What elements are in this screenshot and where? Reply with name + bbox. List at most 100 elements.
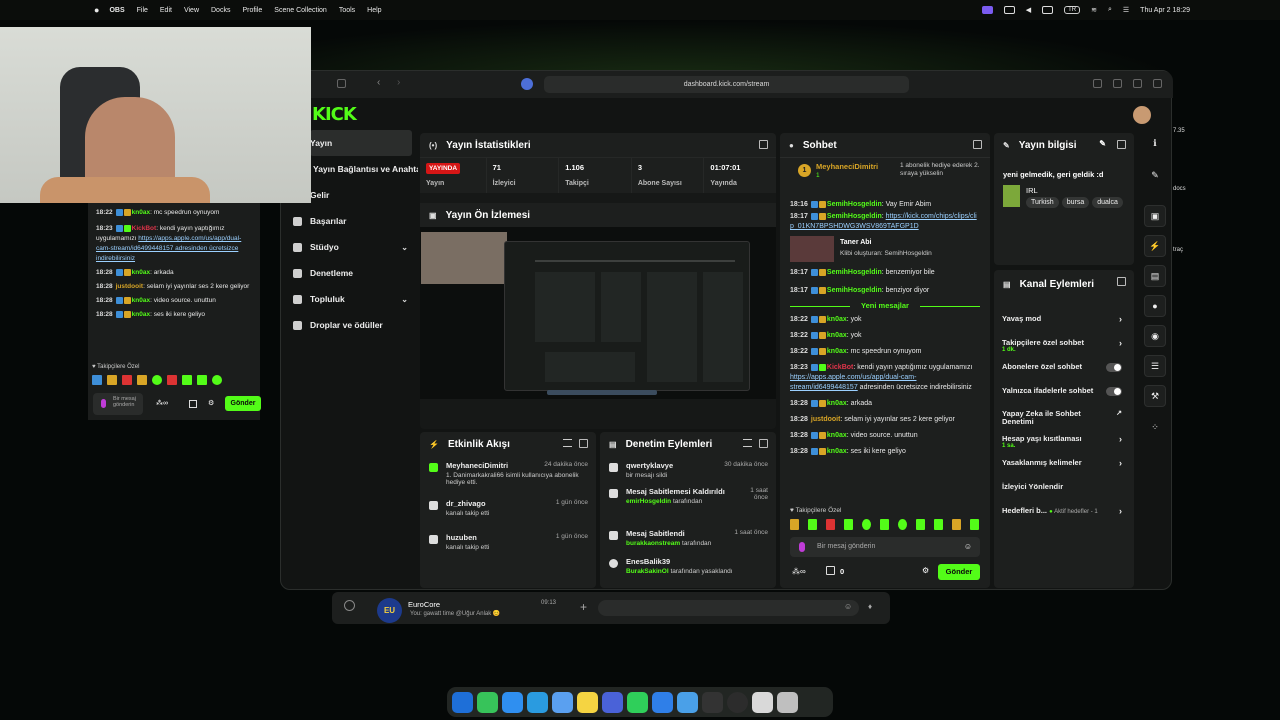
forward-icon[interactable]: ›: [397, 77, 400, 88]
address-bar[interactable]: dashboard.kick.com/stream: [544, 76, 909, 93]
banned-words-row[interactable]: Yasaklanmış kelimeler ›: [994, 452, 1134, 476]
chat-input[interactable]: Bir mesaj gönderin: [93, 393, 143, 415]
capture-icon[interactable]: ▣: [1144, 205, 1166, 227]
keynote-icon[interactable]: [602, 691, 623, 713]
edit-icon[interactable]: ✎: [1099, 139, 1106, 148]
subscribers-only-toggle[interactable]: [1106, 363, 1122, 372]
tag[interactable]: dualca: [1092, 197, 1123, 208]
account-age-row[interactable]: Hesap yaşı kısıtlaması 1 sa. ›: [994, 428, 1134, 452]
timer-icon[interactable]: [826, 566, 835, 575]
trash-icon[interactable]: [777, 691, 798, 713]
search-icon[interactable]: ⌕: [1108, 6, 1112, 14]
emote-icon[interactable]: [952, 519, 961, 530]
menu-help[interactable]: Help: [367, 7, 381, 14]
emote-icon[interactable]: [826, 519, 835, 530]
menu-tools[interactable]: Tools: [339, 7, 355, 14]
chat-user[interactable]: kn0ax: [132, 311, 150, 318]
emote-icon[interactable]: [197, 375, 207, 385]
menu-docks[interactable]: Docks: [211, 7, 230, 14]
popout-icon[interactable]: [1117, 140, 1126, 149]
list-icon[interactable]: ☰: [1144, 355, 1166, 377]
message-input[interactable]: [598, 600, 859, 616]
chat-user[interactable]: kn0ax: [132, 209, 150, 216]
chat-user[interactable]: justdooit: [811, 416, 841, 423]
control-center-icon[interactable]: ☰: [1123, 6, 1129, 14]
menu-profile[interactable]: Profile: [242, 7, 262, 14]
chat-user[interactable]: kn0ax: [132, 297, 150, 304]
notes-icon[interactable]: [577, 691, 598, 713]
chat-user[interactable]: SemihHosgeldin: [827, 269, 882, 276]
menu-clock[interactable]: Thu Apr 2 18:29: [1140, 7, 1190, 14]
moderation-user[interactable]: burakkaonstream: [626, 540, 680, 547]
apps-icon[interactable]: ⁘: [1144, 417, 1166, 439]
emote-icon[interactable]: [182, 375, 192, 385]
clip-card[interactable]: Taner Abi Klibi oluşturan: SemihHosgeldi…: [790, 236, 980, 264]
back-icon[interactable]: ‹: [377, 77, 380, 88]
emote-icon[interactable]: [880, 519, 889, 530]
menu-edit[interactable]: Edit: [160, 7, 172, 14]
app-icon[interactable]: [702, 691, 723, 713]
chat-user[interactable]: kn0ax: [132, 269, 150, 276]
emote-icon[interactable]: [122, 375, 132, 385]
nav-item-studyo[interactable]: Stüdyo ⌄: [280, 234, 418, 260]
emote-icon[interactable]: [212, 375, 222, 385]
chat-user[interactable]: kn0ax: [827, 332, 847, 339]
emote-icon[interactable]: [898, 519, 907, 530]
obs-icon[interactable]: [727, 691, 748, 713]
apple-icon[interactable]: ●: [94, 5, 99, 15]
telegram-icon[interactable]: [527, 691, 548, 713]
folder-icon[interactable]: [677, 691, 698, 713]
send-button[interactable]: Gönder: [938, 564, 980, 580]
emote-icon[interactable]: [916, 519, 925, 530]
followers-only-row[interactable]: Takipçilere özel sohbet 1 dk. ›: [994, 332, 1134, 356]
nav-item-topluluk[interactable]: Topluluk ⌄: [280, 286, 418, 312]
emote-icon[interactable]: [862, 519, 871, 530]
display-icon[interactable]: [1003, 6, 1015, 14]
tag[interactable]: bursa: [1061, 197, 1090, 208]
screen-share-icon[interactable]: [981, 6, 993, 14]
chat-user[interactable]: SemihHosgeldin: [827, 201, 882, 208]
raid-row[interactable]: İzleyici Yönlendir: [994, 476, 1134, 500]
document-icon[interactable]: ▤: [1144, 265, 1166, 287]
chat-user[interactable]: SemihHosgeldin: [827, 287, 882, 294]
popout-icon[interactable]: [973, 140, 982, 149]
tag[interactable]: Turkish: [1026, 197, 1059, 208]
moderation-name[interactable]: EnesBalik39: [626, 557, 768, 566]
emote-icon[interactable]: [808, 519, 817, 530]
chat-user[interactable]: KickBot: [132, 225, 157, 232]
mail-icon[interactable]: [552, 691, 573, 713]
emote-icon[interactable]: [790, 519, 799, 530]
gift-leaderboard[interactable]: 1 MeyhaneciDimitri 1 1 abonelik hediye e…: [780, 157, 990, 189]
broadcast-icon[interactable]: ◉: [1144, 325, 1166, 347]
info-icon[interactable]: ℹ: [1144, 133, 1166, 155]
moderation-user[interactable]: emirHosgeldin: [626, 498, 671, 505]
points-icon[interactable]: ⁂∞: [792, 567, 806, 576]
goals-row[interactable]: Hedefleri b... ● Aktif hedefler - 1 ›: [994, 500, 1134, 524]
ai-moderation-row[interactable]: Yapay Zeka ile Sohbet Denetimi ↗: [994, 404, 1134, 428]
chat-bubble-icon[interactable]: ●: [1144, 295, 1166, 317]
messages-icon[interactable]: [477, 691, 498, 713]
popout-icon[interactable]: [759, 140, 768, 149]
settings-icon[interactable]: ⚙: [208, 399, 214, 407]
finder-icon[interactable]: [452, 691, 473, 713]
moderation-user[interactable]: BurakSakinOl: [626, 568, 669, 575]
emoji-icon[interactable]: ☺: [844, 602, 852, 611]
menu-scene-collection[interactable]: Scene Collection: [274, 7, 327, 14]
emote-icon[interactable]: [152, 375, 162, 385]
popout-icon[interactable]: [1117, 277, 1126, 286]
emote-icon[interactable]: [92, 375, 102, 385]
chat-user[interactable]: kn0ax: [827, 348, 847, 355]
emote-icon[interactable]: [970, 519, 979, 530]
volume-icon[interactable]: ◀: [1026, 6, 1031, 14]
stream-preview[interactable]: [420, 227, 776, 399]
mic-icon[interactable]: ♦: [868, 602, 872, 611]
chat-user[interactable]: kn0ax: [827, 400, 847, 407]
timer-icon[interactable]: [189, 400, 197, 408]
safari-icon[interactable]: [502, 691, 523, 713]
category-name[interactable]: IRL: [1026, 186, 1038, 195]
xcode-icon[interactable]: [652, 691, 673, 713]
documents-icon[interactable]: [752, 691, 773, 713]
filter-icon[interactable]: [563, 439, 572, 447]
nav-item-denetleme[interactable]: Denetleme: [280, 260, 418, 286]
mic-icon[interactable]: [101, 399, 106, 408]
